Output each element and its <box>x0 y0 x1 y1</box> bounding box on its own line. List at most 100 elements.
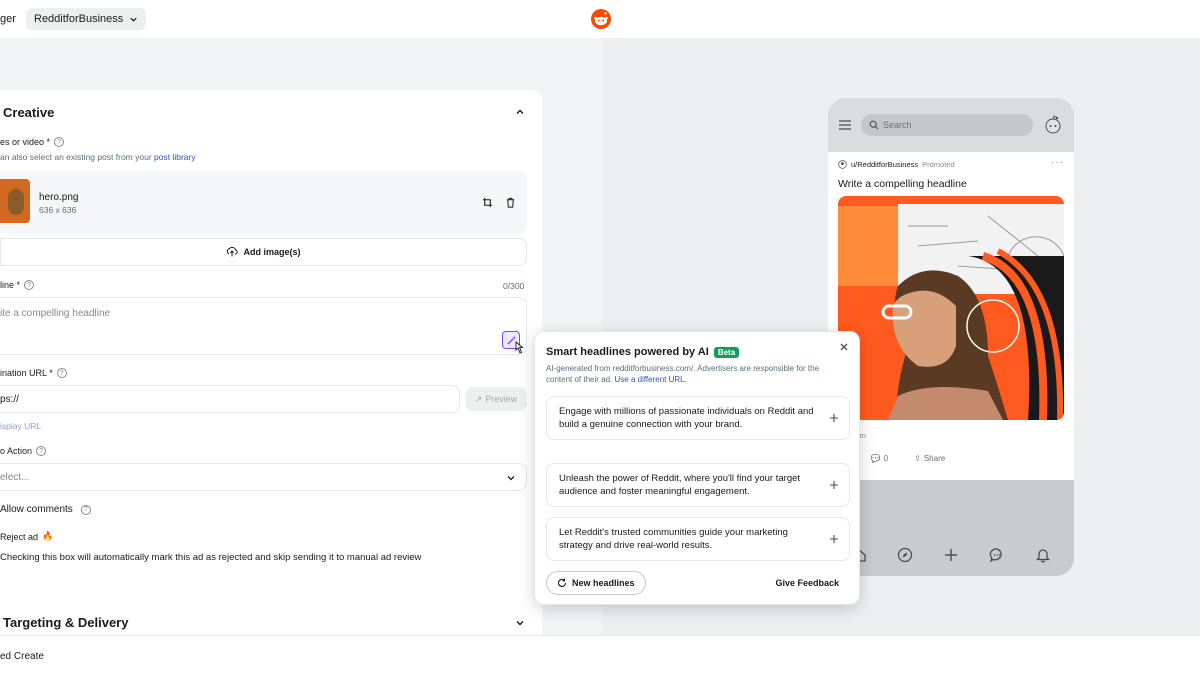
phone-preview: Search u/RedditforBusiness Promoted ··· … <box>828 98 1074 576</box>
trash-icon[interactable] <box>503 195 517 209</box>
file-size: 636 x 636 <box>39 205 77 215</box>
add-icon[interactable] <box>829 534 839 544</box>
external-link-icon: ↗ <box>474 393 483 404</box>
file-name: hero.png <box>39 192 79 203</box>
destination-url-label-text: ination URL * <box>0 368 53 378</box>
creative-section-title: Creative <box>3 105 55 120</box>
media-label-text: es or video * <box>0 137 51 147</box>
headline-suggestion[interactable]: Engage with millions of passionate indiv… <box>546 396 850 440</box>
share-action: ⇪ Share <box>914 454 946 463</box>
share-label: Share <box>923 454 946 463</box>
chevron-up-icon[interactable] <box>514 106 526 118</box>
media-label: es or video * ? <box>0 137 65 147</box>
profile-icon <box>838 160 847 169</box>
call-to-action-label: o Action ? <box>0 446 47 456</box>
plus-icon <box>945 549 957 561</box>
add-images-button[interactable]: Add image(s) <box>0 238 527 266</box>
popover-description: AI-generated from redditforbusiness.com/… <box>546 363 846 385</box>
media-hint-text: an also select an existing post from you… <box>0 152 155 162</box>
menu-icon <box>839 120 851 130</box>
phone-header: Search <box>828 98 1074 152</box>
more-options-icon: ··· <box>1051 157 1064 168</box>
display-url-link[interactable]: isplay URL <box>0 421 41 431</box>
mouse-cursor-icon <box>515 341 524 354</box>
popover-title: Smart headlines powered by AI Beta <box>546 346 740 358</box>
post-actions: ⇩ 💬 0 ⇪ Share <box>838 454 1064 463</box>
reject-ad-checkbox[interactable]: Reject ad 🔥 <box>0 531 53 542</box>
headline-char-count: 0/300 <box>503 281 525 291</box>
reject-ad-label: Reject ad <box>0 531 39 542</box>
post-headline: Write a compelling headline <box>838 178 967 190</box>
give-feedback-link[interactable]: Give Feedback <box>775 578 839 588</box>
headline-suggestion[interactable]: Unleash the power of Reddit, where you'l… <box>546 463 850 507</box>
preview-button[interactable]: ↗ Preview <box>465 387 527 411</box>
chat-icon <box>989 548 1002 563</box>
help-icon[interactable]: ? <box>24 280 35 290</box>
bell-icon <box>1035 549 1051 563</box>
post-header: u/RedditforBusiness Promoted <box>838 160 955 169</box>
reddit-logo-icon <box>591 9 611 29</box>
use-different-url-link[interactable]: Use a different URL. <box>615 375 687 384</box>
suggestion-text: Unleash the power of Reddit, where you'l… <box>559 473 801 497</box>
help-icon[interactable]: ? <box>56 368 67 378</box>
headline-label: line * ? <box>0 280 35 290</box>
close-icon[interactable] <box>839 342 849 352</box>
help-icon[interactable]: ? <box>80 504 91 515</box>
post-library-link[interactable]: post library <box>154 152 196 162</box>
phone-search-bar: Search <box>861 114 1033 136</box>
add-images-label: Add image(s) <box>243 247 301 257</box>
promoted-post: u/RedditforBusiness Promoted ··· Write a… <box>828 152 1074 480</box>
allow-comments-label: Allow comments <box>0 504 73 515</box>
footer-text: ed Create <box>0 651 44 662</box>
reject-ad-description: Checking this box will automatically mar… <box>0 552 422 563</box>
destination-url-label: ination URL * ? <box>0 368 67 378</box>
headline-textarea[interactable]: ite a compelling headline <box>0 297 527 355</box>
uploaded-media-item: hero.png 636 x 636 <box>0 171 527 233</box>
refresh-icon <box>558 578 567 587</box>
popover-title-text: Smart headlines powered by AI <box>546 346 709 358</box>
smart-headlines-popover: Smart headlines powered by AI Beta AI-ge… <box>534 331 860 605</box>
destination-url-value: ps:// <box>0 393 19 405</box>
bottom-bar: ed Create <box>0 635 1200 675</box>
beta-badge: Beta <box>713 346 740 358</box>
chevron-down-icon <box>507 476 515 481</box>
allow-comments-toggle[interactable]: Allow comments ? <box>0 504 91 515</box>
suggestion-text: Engage with millions of passionate indiv… <box>559 406 814 430</box>
headline-suggestion[interactable]: Let Reddit's trusted communities guide y… <box>546 517 850 561</box>
crop-icon[interactable] <box>480 195 494 209</box>
chevron-down-icon <box>130 17 137 22</box>
compass-icon <box>897 547 913 563</box>
post-image <box>838 196 1064 420</box>
comment-count: 0 <box>883 454 889 463</box>
suggestion-text: Let Reddit's trusted communities guide y… <box>559 527 788 551</box>
chevron-down-icon[interactable] <box>514 617 526 629</box>
headline-placeholder: ite a compelling headline <box>0 308 111 319</box>
media-thumbnail <box>0 179 30 223</box>
call-to-action-placeholder: elect... <box>0 471 30 483</box>
post-username: u/RedditforBusiness <box>851 160 919 169</box>
new-headlines-button[interactable]: New headlines <box>546 571 646 595</box>
promoted-label: Promoted <box>922 160 955 169</box>
phone-search-placeholder: Search <box>883 120 912 130</box>
new-headlines-label: New headlines <box>572 578 635 588</box>
call-to-action-select[interactable]: elect... <box>0 463 527 491</box>
creative-card <box>0 90 542 622</box>
phone-bottom-nav <box>828 534 1074 576</box>
snoo-avatar-icon <box>1045 115 1061 134</box>
upload-icon <box>227 246 239 257</box>
targeting-section-title: Targeting & Delivery <box>3 615 129 630</box>
account-selector[interactable]: RedditforBusiness <box>26 8 147 30</box>
add-icon[interactable] <box>829 413 839 423</box>
search-icon <box>869 120 879 130</box>
help-icon[interactable]: ? <box>36 446 47 456</box>
preview-label: Preview <box>485 394 518 404</box>
top-bar: ger RedditforBusiness <box>0 0 1200 38</box>
fire-icon: 🔥 <box>42 531 54 541</box>
help-icon[interactable]: ? <box>54 137 65 147</box>
comments-action: 💬 0 <box>870 454 889 463</box>
media-hint: an also select an existing post from you… <box>0 152 196 162</box>
add-icon[interactable] <box>829 480 839 490</box>
app-name: ger <box>0 13 16 25</box>
destination-url-input[interactable]: ps:// <box>0 385 460 413</box>
account-name: RedditforBusiness <box>34 13 124 25</box>
